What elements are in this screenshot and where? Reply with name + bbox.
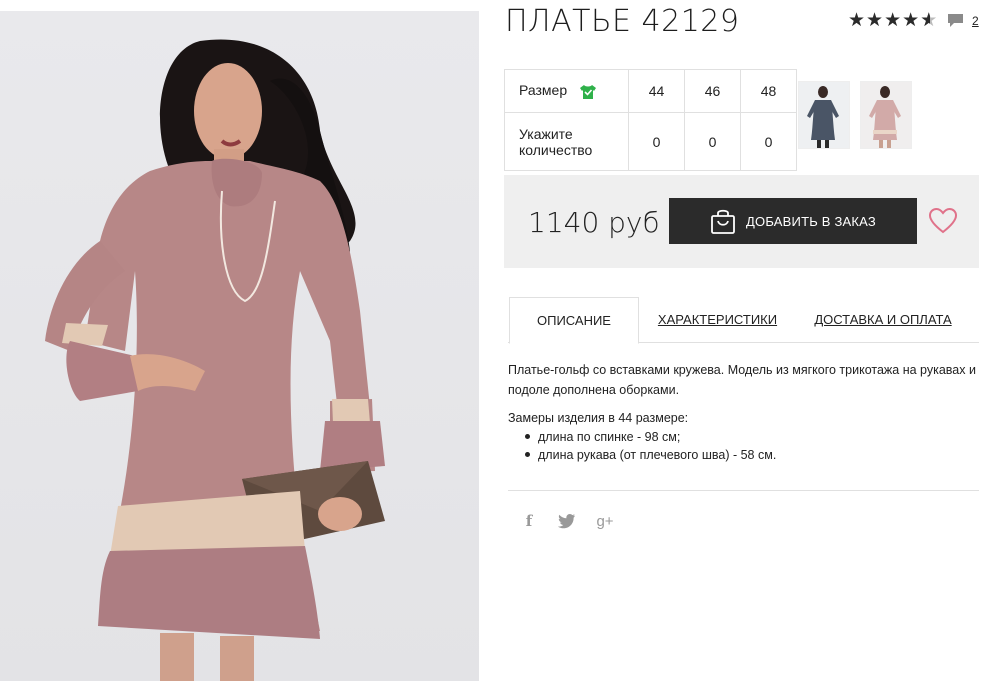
size-label-cell: Размер xyxy=(504,69,629,113)
product-tabs: ОПИСАНИЕ ХАРАКТЕРИСТИКИ ДОСТАВКА И ОПЛАТ… xyxy=(508,297,979,344)
quantity-input-44[interactable]: 0 xyxy=(628,112,685,171)
thumbnail-grey-dress[interactable] xyxy=(798,81,850,149)
comments-link[interactable]: 2 xyxy=(947,13,979,28)
star-full-icon: ★ xyxy=(866,10,884,31)
measurement-item: длина рукава (от плечевого шва) - 58 см. xyxy=(525,446,978,464)
rating-stars[interactable]: ★ ★ ★ ★ ★ xyxy=(848,10,937,32)
star-half-icon: ★ xyxy=(920,11,937,32)
star-full-icon: ★ xyxy=(902,10,920,31)
size-chart-icon[interactable] xyxy=(579,84,597,100)
shopping-bag-icon xyxy=(711,209,735,234)
comment-count[interactable]: 2 xyxy=(972,14,979,28)
product-title: ПЛАТЬЕ 42129 xyxy=(505,4,740,39)
section-divider xyxy=(508,490,979,491)
add-to-order-label: ДОБАВИТЬ В ЗАКАЗ xyxy=(746,213,876,229)
quantity-label-line1: Укажите xyxy=(519,125,573,142)
dress-pink-thumbnail-image xyxy=(861,82,911,148)
size-row: Размер 44 46 48 xyxy=(504,69,797,113)
size-quantity-table: Размер 44 46 48 Укажите количество 0 0 0 xyxy=(504,69,797,171)
star-full-icon: ★ xyxy=(848,10,866,31)
measurements-list: длина по спинке - 98 см; длина рукава (о… xyxy=(508,428,978,464)
measurement-item: длина по спинке - 98 см; xyxy=(525,428,978,446)
star-full-icon: ★ xyxy=(884,10,902,31)
tab-characteristics[interactable]: ХАРАКТЕРИСТИКИ xyxy=(646,297,789,342)
quantity-input-46[interactable]: 0 xyxy=(684,112,741,171)
add-to-order-button[interactable]: ДОБАВИТЬ В ЗАКАЗ xyxy=(669,198,917,244)
size-option-46[interactable]: 46 xyxy=(684,69,741,113)
comment-icon xyxy=(948,14,963,27)
quantity-label-line2: количество xyxy=(519,141,593,158)
product-price: 1140 руб xyxy=(528,206,660,239)
thumbnail-pink-dress[interactable] xyxy=(860,81,912,149)
measurements-title: Замеры изделия в 44 размере: xyxy=(508,411,689,425)
size-option-44[interactable]: 44 xyxy=(628,69,685,113)
quantity-row: Укажите количество 0 0 0 xyxy=(504,112,797,171)
description-panel: Платье-гольф со вставками кружева. Модел… xyxy=(508,360,978,464)
description-text: Платье-гольф со вставками кружева. Модел… xyxy=(508,363,976,397)
twitter-icon[interactable] xyxy=(558,513,576,529)
size-label: Размер xyxy=(519,82,568,99)
quantity-label-cell: Укажите количество xyxy=(504,112,629,171)
google-plus-icon[interactable]: g+ xyxy=(596,513,614,530)
social-share: f g+ xyxy=(520,512,614,530)
dress-grey-thumbnail-image xyxy=(799,82,849,148)
size-option-48[interactable]: 48 xyxy=(740,69,797,113)
favorite-heart-icon[interactable] xyxy=(929,208,957,234)
product-photo[interactable] xyxy=(0,11,479,681)
tab-description[interactable]: ОПИСАНИЕ xyxy=(509,297,639,344)
model-dress-illustration xyxy=(45,39,385,681)
quantity-input-48[interactable]: 0 xyxy=(740,112,797,171)
price-panel: 1140 руб ДОБАВИТЬ В ЗАКАЗ xyxy=(504,175,979,268)
tab-delivery-payment[interactable]: ДОСТАВКА И ОПЛАТА xyxy=(810,297,956,342)
facebook-icon[interactable]: f xyxy=(520,512,538,530)
